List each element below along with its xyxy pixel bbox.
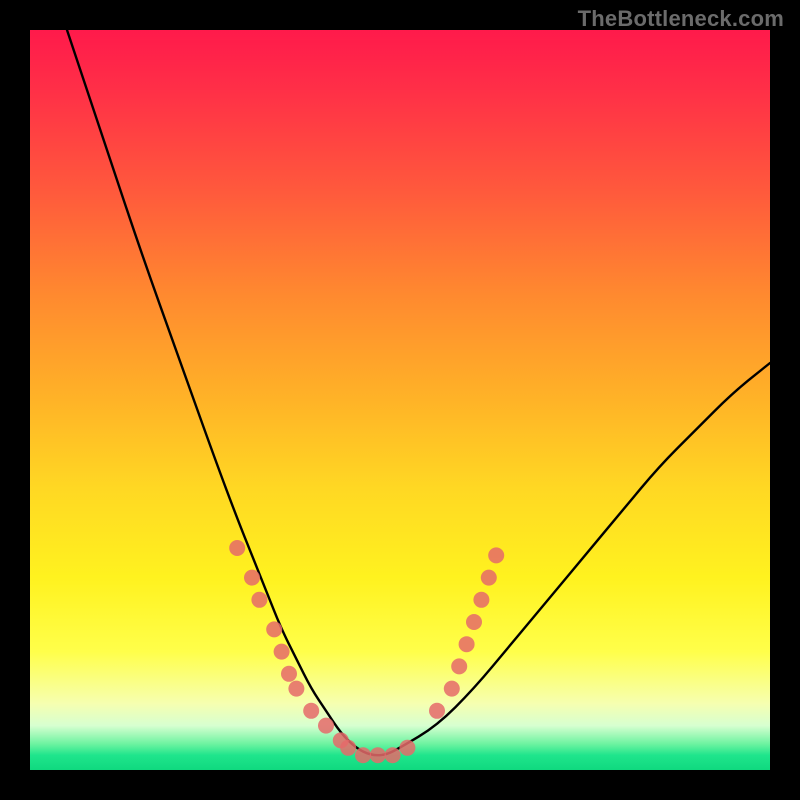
bottleneck-curve-line [67, 30, 770, 755]
curve-dot [385, 747, 401, 763]
chart-frame: TheBottleneck.com [0, 0, 800, 800]
curve-dot [318, 718, 334, 734]
curve-dot [399, 740, 415, 756]
curve-dot [303, 703, 319, 719]
curve-dot [459, 636, 475, 652]
curve-dot [251, 592, 267, 608]
curve-dot [288, 681, 304, 697]
curve-dot [266, 621, 282, 637]
curve-dot [274, 644, 290, 660]
curve-dot [451, 658, 467, 674]
curve-marker-dots [229, 540, 504, 763]
curve-dot [444, 681, 460, 697]
plot-area [30, 30, 770, 770]
chart-svg [30, 30, 770, 770]
curve-dot [229, 540, 245, 556]
curve-dot [488, 547, 504, 563]
curve-dot [481, 570, 497, 586]
curve-dot [473, 592, 489, 608]
curve-dot [333, 732, 349, 748]
curve-dot [340, 740, 356, 756]
curve-dot [355, 747, 371, 763]
curve-dot [281, 666, 297, 682]
curve-dot [429, 703, 445, 719]
curve-dot [466, 614, 482, 630]
curve-dot [370, 747, 386, 763]
attribution-text: TheBottleneck.com [578, 6, 784, 32]
curve-dot [244, 570, 260, 586]
